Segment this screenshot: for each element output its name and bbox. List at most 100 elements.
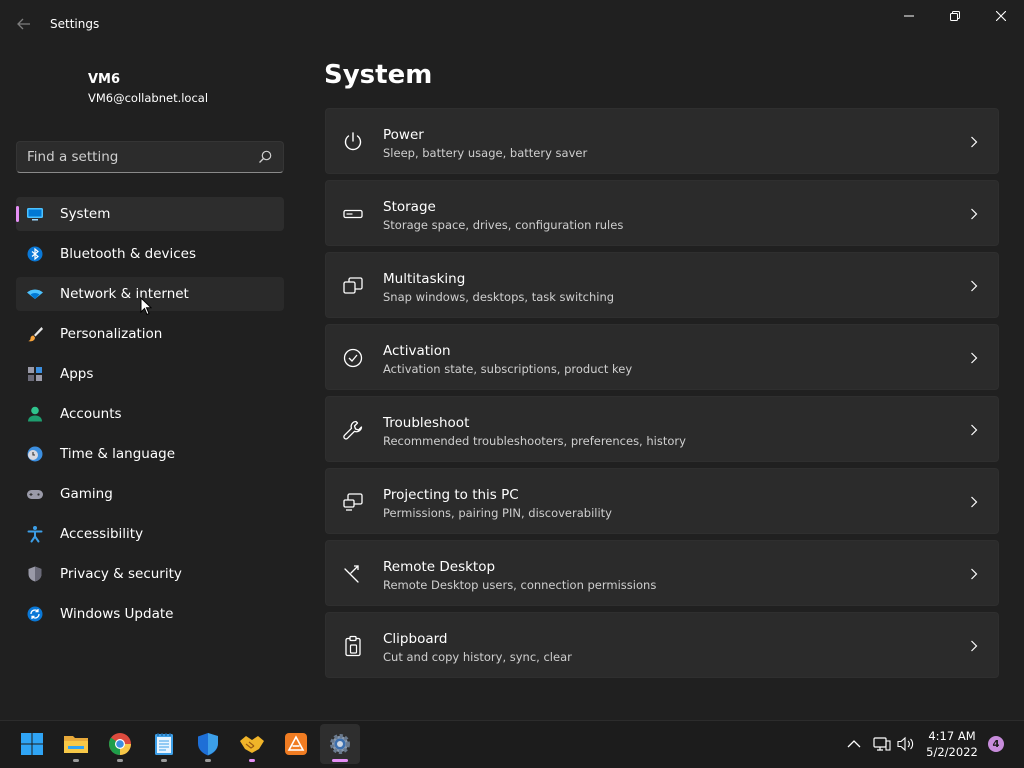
- network-icon: [873, 737, 891, 751]
- running-indicator: [249, 759, 255, 762]
- projecting-icon: [343, 493, 363, 511]
- chevron-right-icon: [971, 568, 978, 580]
- card-clipboard[interactable]: Clipboard Cut and copy history, sync, cl…: [325, 612, 999, 678]
- sidebar-item-label: Accounts: [60, 406, 122, 422]
- sidebar-item-apps[interactable]: Apps: [16, 357, 284, 391]
- sidebar-item-label: Network & internet: [60, 286, 189, 302]
- chevron-up-icon: [847, 740, 861, 748]
- running-indicator: [205, 759, 211, 762]
- card-title: Storage: [383, 199, 436, 215]
- running-indicator: [73, 759, 79, 762]
- search-box[interactable]: [16, 141, 284, 173]
- chevron-right-icon: [971, 136, 978, 148]
- running-indicator: [117, 759, 123, 762]
- taskbar-settings[interactable]: [320, 724, 360, 764]
- wrench-icon: [343, 420, 363, 440]
- restore-button[interactable]: [932, 0, 978, 32]
- card-storage[interactable]: Storage Storage space, drives, configura…: [325, 180, 999, 246]
- card-power[interactable]: Power Sleep, battery usage, battery save…: [325, 108, 999, 174]
- card-title: Activation: [383, 343, 451, 359]
- minimize-button[interactable]: [886, 0, 932, 32]
- system-icon: [27, 208, 43, 221]
- active-indicator: [332, 759, 348, 762]
- clock-time[interactable]: 4:17 AM: [920, 729, 984, 743]
- card-title: Power: [383, 127, 424, 143]
- handshake-icon: [240, 736, 264, 753]
- card-subtitle: Snap windows, desktops, task switching: [383, 290, 615, 304]
- sidebar-item-bluetooth[interactable]: Bluetooth & devices: [16, 237, 284, 271]
- person-icon: [28, 406, 42, 422]
- card-remote-desktop[interactable]: Remote Desktop Remote Desktop users, con…: [325, 540, 999, 606]
- power-icon: [344, 132, 362, 151]
- search-input[interactable]: [27, 142, 247, 172]
- window-title: Settings: [50, 17, 100, 31]
- storage-icon: [343, 209, 363, 219]
- card-subtitle: Remote Desktop users, connection permiss…: [383, 578, 657, 592]
- card-subtitle: Storage space, drives, configuration rul…: [383, 218, 624, 232]
- windows-start-icon: [21, 733, 43, 755]
- settings-gear-icon: [330, 734, 350, 754]
- back-button[interactable]: [10, 12, 38, 36]
- taskbar-orange-app[interactable]: [276, 724, 316, 764]
- chevron-right-icon: [971, 424, 978, 436]
- network-tray-button[interactable]: [872, 734, 892, 754]
- profile-name: VM6: [88, 72, 121, 87]
- clock-date[interactable]: 5/2/2022: [920, 745, 984, 759]
- card-activation[interactable]: Activation Activation state, subscriptio…: [325, 324, 999, 390]
- sidebar-item-windows-update[interactable]: Windows Update: [16, 597, 284, 631]
- sidebar-item-label: Windows Update: [60, 606, 174, 622]
- sidebar-item-time-language[interactable]: Time & language: [16, 437, 284, 471]
- sidebar-item-system[interactable]: System: [16, 197, 284, 231]
- card-subtitle: Activation state, subscriptions, product…: [383, 362, 633, 376]
- sidebar-item-gaming[interactable]: Gaming: [16, 477, 284, 511]
- sidebar-item-label: Apps: [60, 366, 94, 382]
- sidebar-item-privacy-security[interactable]: Privacy & security: [16, 557, 284, 591]
- app-icon: [285, 733, 307, 755]
- volume-icon: [897, 736, 914, 752]
- card-title: Troubleshoot: [383, 415, 470, 431]
- sidebar-item-label: Accessibility: [60, 526, 144, 542]
- taskbar-chrome[interactable]: [100, 724, 140, 764]
- sidebar-item-accounts[interactable]: Accounts: [16, 397, 284, 431]
- gamepad-icon: [27, 490, 43, 499]
- card-title: Projecting to this PC: [383, 487, 519, 503]
- sidebar-item-personalization[interactable]: Personalization: [16, 317, 284, 351]
- taskbar-defender[interactable]: [188, 724, 228, 764]
- card-subtitle: Permissions, pairing PIN, discoverabilit…: [383, 506, 612, 520]
- shield-icon: [28, 566, 42, 582]
- card-subtitle: Recommended troubleshooters, preferences…: [383, 434, 686, 448]
- card-title: Multitasking: [383, 271, 466, 287]
- back-arrow-icon: [17, 18, 30, 30]
- clipboard-icon: [345, 635, 361, 657]
- defender-shield-icon: [198, 733, 218, 756]
- notification-badge[interactable]: 4: [988, 736, 1004, 752]
- card-multitasking[interactable]: Multitasking Snap windows, desktops, tas…: [325, 252, 999, 318]
- show-hidden-icons-button[interactable]: [844, 734, 864, 754]
- sidebar-item-label: System: [60, 206, 111, 222]
- selected-indicator: [16, 206, 19, 222]
- taskbar-start-button[interactable]: [12, 724, 52, 764]
- sidebar-item-label: Personalization: [60, 326, 163, 342]
- volume-tray-button[interactable]: [896, 734, 916, 754]
- search-icon[interactable]: [257, 149, 273, 165]
- chevron-right-icon: [971, 208, 978, 220]
- page-title: System: [324, 60, 433, 90]
- sidebar-item-accessibility[interactable]: Accessibility: [16, 517, 284, 551]
- close-button[interactable]: [978, 0, 1024, 32]
- card-troubleshoot[interactable]: Troubleshoot Recommended troubleshooters…: [325, 396, 999, 462]
- card-projecting[interactable]: Projecting to this PC Permissions, pairi…: [325, 468, 999, 534]
- card-subtitle: Sleep, battery usage, battery saver: [383, 146, 588, 160]
- sidebar-item-label: Time & language: [60, 446, 176, 462]
- remote-desktop-icon: [344, 565, 359, 583]
- card-title: Remote Desktop: [383, 559, 496, 575]
- apps-icon: [28, 367, 42, 381]
- taskbar-handshake-app[interactable]: [232, 724, 272, 764]
- profile-email: VM6@collabnet.local: [88, 91, 209, 105]
- chevron-right-icon: [971, 280, 978, 292]
- taskbar-notepad[interactable]: [144, 724, 184, 764]
- chevron-right-icon: [971, 496, 978, 508]
- file-explorer-icon: [64, 736, 88, 753]
- accessibility-icon: [27, 526, 43, 543]
- taskbar-file-explorer[interactable]: [56, 724, 96, 764]
- card-subtitle: Cut and copy history, sync, clear: [383, 650, 572, 664]
